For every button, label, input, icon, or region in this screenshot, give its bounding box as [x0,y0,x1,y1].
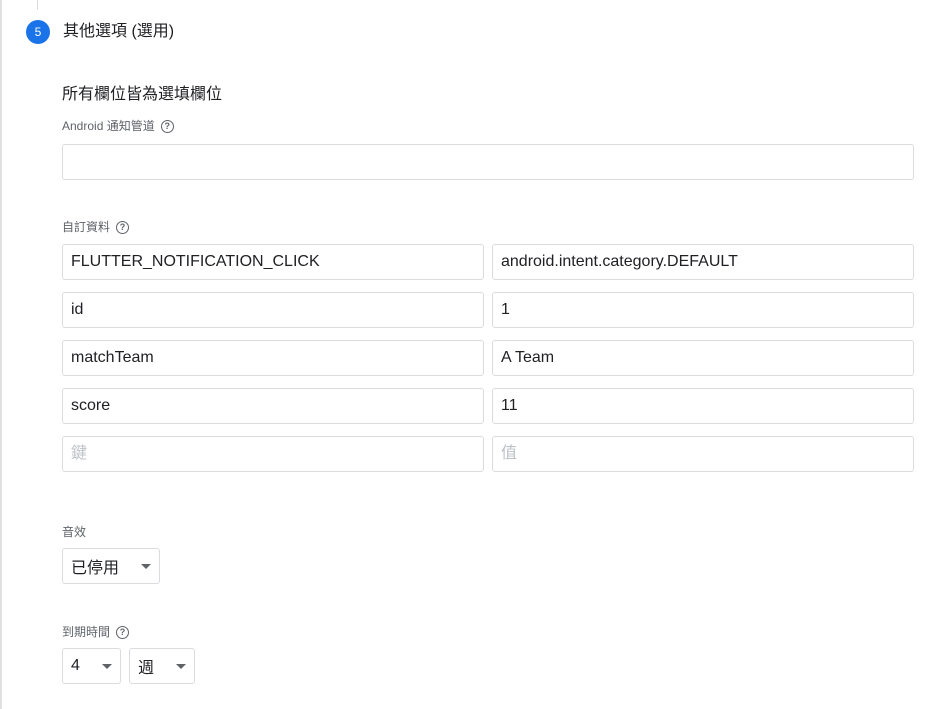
expiration-amount-select[interactable]: 4 [62,648,121,684]
custom-data-value-input[interactable] [492,340,914,376]
help-circle-icon[interactable]: ? [160,119,174,133]
step-number-badge: 5 [26,20,50,44]
android-channel-label-row: Android 通知管道 ? [62,118,174,134]
step-connector [37,0,38,10]
custom-data-key-input[interactable] [62,388,484,424]
android-channel-input[interactable] [62,144,914,180]
sound-label: 音效 [62,525,87,539]
expiration-label-row: 到期時間 ? [62,624,130,640]
custom-data-value-input[interactable] [492,292,914,328]
custom-data-value-input[interactable] [492,244,914,280]
caret-down-icon [176,663,186,669]
help-circle-icon[interactable]: ? [116,625,130,639]
custom-data-new-key-input[interactable] [62,436,484,472]
caret-down-icon [102,663,112,669]
expiration-unit-value: 週 [138,660,155,677]
custom-data-key-input[interactable] [62,340,484,376]
help-circle-icon[interactable]: ? [116,220,130,234]
step-title: 其他選項 (選用) [63,23,175,40]
expiration-label: 到期時間 [62,625,111,639]
caret-down-icon [141,563,151,569]
custom-data-value-input[interactable] [492,388,914,424]
custom-data-label: 自訂資料 [62,220,111,234]
section-subtitle: 所有欄位皆為選填欄位 [62,86,223,103]
left-rail [0,0,2,709]
sound-select[interactable]: 已停用 [62,548,160,584]
custom-data-key-input[interactable] [62,244,484,280]
expiration-amount-value: 4 [71,657,80,674]
sound-label-row: 音效 [62,524,86,540]
expiration-unit-select[interactable]: 週 [129,648,195,684]
custom-data-key-input[interactable] [62,292,484,328]
sound-selected-value: 已停用 [71,560,120,577]
custom-data-label-row: 自訂資料 ? [62,219,130,235]
android-channel-label: Android 通知管道 [62,119,155,133]
custom-data-new-value-input[interactable] [492,436,914,472]
